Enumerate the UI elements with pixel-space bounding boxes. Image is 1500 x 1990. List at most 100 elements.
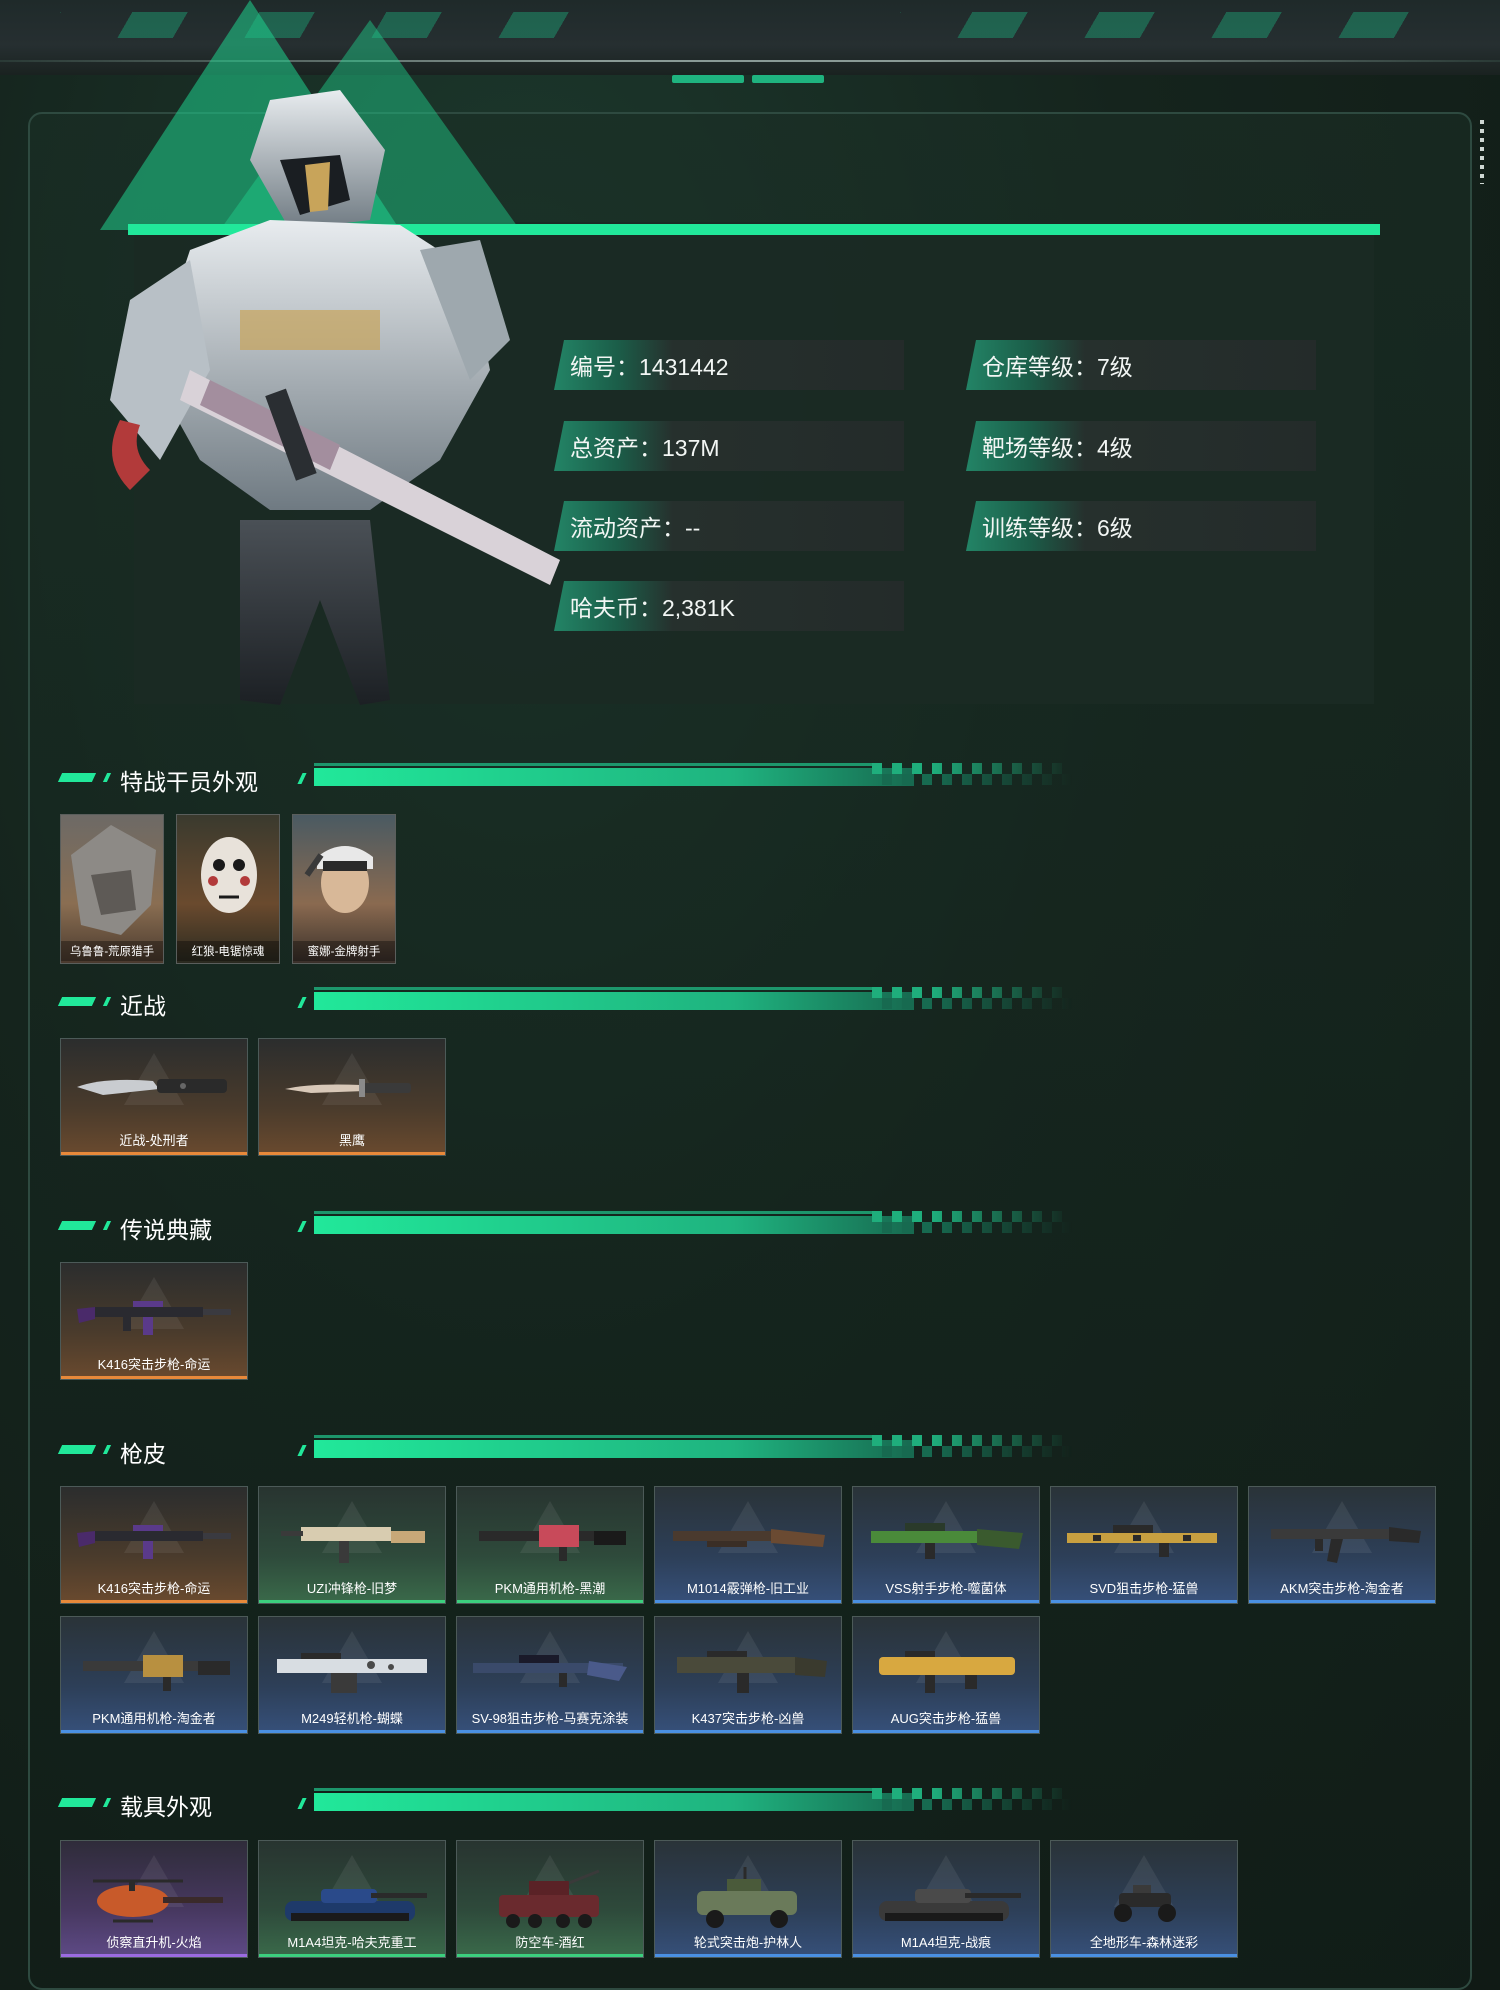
vehicle-skin-card[interactable]: M1A4坦克-战痕	[852, 1840, 1040, 1958]
vehicle-skin-label: M1A4坦克-哈夫克重工	[287, 1935, 417, 1950]
gun-skin-card[interactable]: PKM通用机枪-淘金者	[60, 1616, 248, 1734]
section-title-vehicles: 载具外观	[120, 1794, 212, 1820]
assault-rifle-icon	[1271, 1527, 1421, 1563]
vehicle-skin-label: 全地形车-森林迷彩	[1089, 1935, 1199, 1950]
wheeled-assault-gun-icon	[697, 1867, 797, 1928]
stat-warehouse-level-text: 仓库等级：7级	[982, 354, 1133, 380]
rifle-icon	[77, 1525, 231, 1559]
machine-gun-icon	[83, 1655, 230, 1691]
gun-skin-label: PKM通用机枪-黑潮	[494, 1581, 606, 1596]
gun-skin-label: K416突击步枪-命运	[97, 1581, 211, 1596]
gun-skin-card[interactable]: M249轻机枪-蝴蝶	[258, 1616, 446, 1734]
gun-skin-card[interactable]: K416突击步枪-命运	[60, 1486, 248, 1604]
stat-range-level: 靶场等级：4级	[966, 421, 1316, 471]
knife-icon	[285, 1079, 411, 1097]
stat-total-assets-text: 总资产：137M	[570, 435, 720, 461]
stat-training-level: 训练等级：6级	[966, 501, 1316, 551]
vehicle-skin-card[interactable]: 全地形车-森林迷彩	[1050, 1840, 1238, 1958]
section-title-legendary: 传说典藏	[120, 1217, 212, 1243]
operator-skin-card[interactable]: 蜜娜-金牌射手	[292, 814, 396, 964]
header-indicator-2	[752, 75, 824, 83]
gun-skin-label: UZI冲锋枪-旧梦	[306, 1581, 398, 1596]
assault-rifle-icon	[677, 1651, 827, 1693]
section-title-operators: 特战干员外观	[120, 769, 258, 795]
operator-portrait	[110, 90, 560, 705]
smg-icon	[281, 1527, 425, 1563]
sniper-face-icon	[304, 846, 373, 913]
gun-skin-card[interactable]: SVD狙击步枪-猛兽	[1050, 1486, 1238, 1604]
gun-skin-label: K437突击步枪-凶兽	[691, 1711, 805, 1726]
machine-gun-icon	[479, 1525, 626, 1561]
melee-skin-card[interactable]: 近战-处刑者	[60, 1038, 248, 1156]
vehicle-skin-label: 防空车-酒红	[515, 1935, 585, 1950]
section-title-melee: 近战	[120, 993, 166, 1019]
legendary-skin-card[interactable]: K416突击步枪-命运	[60, 1262, 248, 1380]
operator-skin-label: 红狼-电锯惊魂	[177, 941, 279, 961]
section-header-gun-skins: 枪皮	[57, 1435, 1072, 1467]
gun-skin-label: AKM突击步枪-淘金者	[1280, 1581, 1404, 1596]
melee-skin-card[interactable]: 黑鹰	[258, 1038, 446, 1156]
atv-icon	[1114, 1885, 1176, 1922]
marksman-rifle-icon	[871, 1523, 1023, 1559]
header-indicator-1	[672, 75, 744, 83]
operator-skin-card[interactable]: 乌鲁鲁-荒原猎手	[60, 814, 164, 964]
stat-havoc-coins: 哈夫币：2,381K	[554, 581, 904, 631]
vehicle-skin-card[interactable]: M1A4坦克-哈夫克重工	[258, 1840, 446, 1958]
bullpup-rifle-icon	[879, 1651, 1015, 1693]
gun-skin-label: M249轻机枪-蝴蝶	[301, 1711, 403, 1726]
profile-page: 编号：1431442 仓库等级：7级 总资产：137M 靶场等级：4级 流动资产…	[0, 0, 1500, 1990]
scrollbar-handle[interactable]	[1480, 120, 1484, 184]
section-header-operators: 特战干员外观	[57, 763, 1072, 795]
section-title-gun-skins: 枪皮	[120, 1441, 166, 1467]
section-header-legendary: 传说典藏	[57, 1211, 1072, 1243]
anti-aircraft-vehicle-icon	[499, 1869, 600, 1928]
vehicle-skin-card[interactable]: 轮式突击炮-护林人	[654, 1840, 842, 1958]
stat-liquid-assets-text: 流动资产：--	[570, 515, 701, 541]
stat-range-level-text: 靶场等级：4级	[982, 435, 1133, 461]
stat-training-level-text: 训练等级：6级	[982, 515, 1133, 541]
stat-id-text: 编号：1431442	[570, 354, 729, 380]
vehicle-skin-card[interactable]: 防空车-酒红	[456, 1840, 644, 1958]
legendary-skin-label: K416突击步枪-命运	[97, 1357, 211, 1372]
gun-skin-card[interactable]: AUG突击步枪-猛兽	[852, 1616, 1040, 1734]
header-stripes-right	[900, 12, 1440, 38]
gun-skin-label: AUG突击步枪-猛兽	[890, 1711, 1002, 1726]
gun-skin-card[interactable]: AKM突击步枪-淘金者	[1248, 1486, 1436, 1604]
operator-skin-card[interactable]: 红狼-电锯惊魂	[176, 814, 280, 964]
helicopter-icon	[93, 1879, 223, 1923]
melee-skin-label: 近战-处刑者	[119, 1133, 189, 1148]
gun-skin-label: M1014霰弹枪-旧工业	[686, 1581, 810, 1596]
vehicle-skin-label: 侦察直升机-火焰	[106, 1935, 202, 1950]
sniper-rifle-icon	[473, 1655, 627, 1687]
gun-skin-card[interactable]: UZI冲锋枪-旧梦	[258, 1486, 446, 1604]
masked-face-icon	[201, 837, 257, 913]
stat-total-assets: 总资产：137M	[554, 421, 904, 471]
gun-skin-label: VSS射手步枪-噬菌体	[885, 1581, 1007, 1596]
knife-icon	[77, 1079, 227, 1095]
gun-skin-label: PKM通用机枪-淘金者	[92, 1711, 216, 1726]
gun-skin-card[interactable]: VSS射手步枪-噬菌体	[852, 1486, 1040, 1604]
stat-id: 编号：1431442	[554, 340, 904, 390]
rock-creature-icon	[71, 825, 156, 935]
tank-icon	[879, 1889, 1021, 1921]
vehicle-skin-card[interactable]: 侦察直升机-火焰	[60, 1840, 248, 1958]
operator-skin-label: 蜜娜-金牌射手	[293, 941, 395, 961]
vehicle-skin-label: M1A4坦克-战痕	[900, 1935, 992, 1950]
operator-skin-label: 乌鲁鲁-荒原猎手	[61, 941, 163, 961]
vehicle-skin-label: 轮式突击炮-护林人	[693, 1935, 803, 1950]
stat-liquid-assets: 流动资产：--	[554, 501, 904, 551]
gun-skin-label: SV-98狙击步枪-马赛克涂装	[471, 1711, 629, 1726]
gun-skin-card[interactable]: K437突击步枪-凶兽	[654, 1616, 842, 1734]
gun-skin-card[interactable]: M1014霰弹枪-旧工业	[654, 1486, 842, 1604]
tank-icon	[285, 1889, 427, 1921]
rifle-icon	[77, 1301, 231, 1335]
section-header-melee: 近战	[57, 987, 1072, 1019]
stat-warehouse-level: 仓库等级：7级	[966, 340, 1316, 390]
sniper-rifle-icon	[1067, 1525, 1217, 1557]
light-machine-gun-icon	[277, 1653, 427, 1693]
melee-skin-label: 黑鹰	[338, 1133, 365, 1148]
gun-skin-card[interactable]: SV-98狙击步枪-马赛克涂装	[456, 1616, 644, 1734]
shotgun-icon	[673, 1529, 825, 1547]
gun-skin-label: SVD狙击步枪-猛兽	[1089, 1581, 1199, 1596]
gun-skin-card[interactable]: PKM通用机枪-黑潮	[456, 1486, 644, 1604]
